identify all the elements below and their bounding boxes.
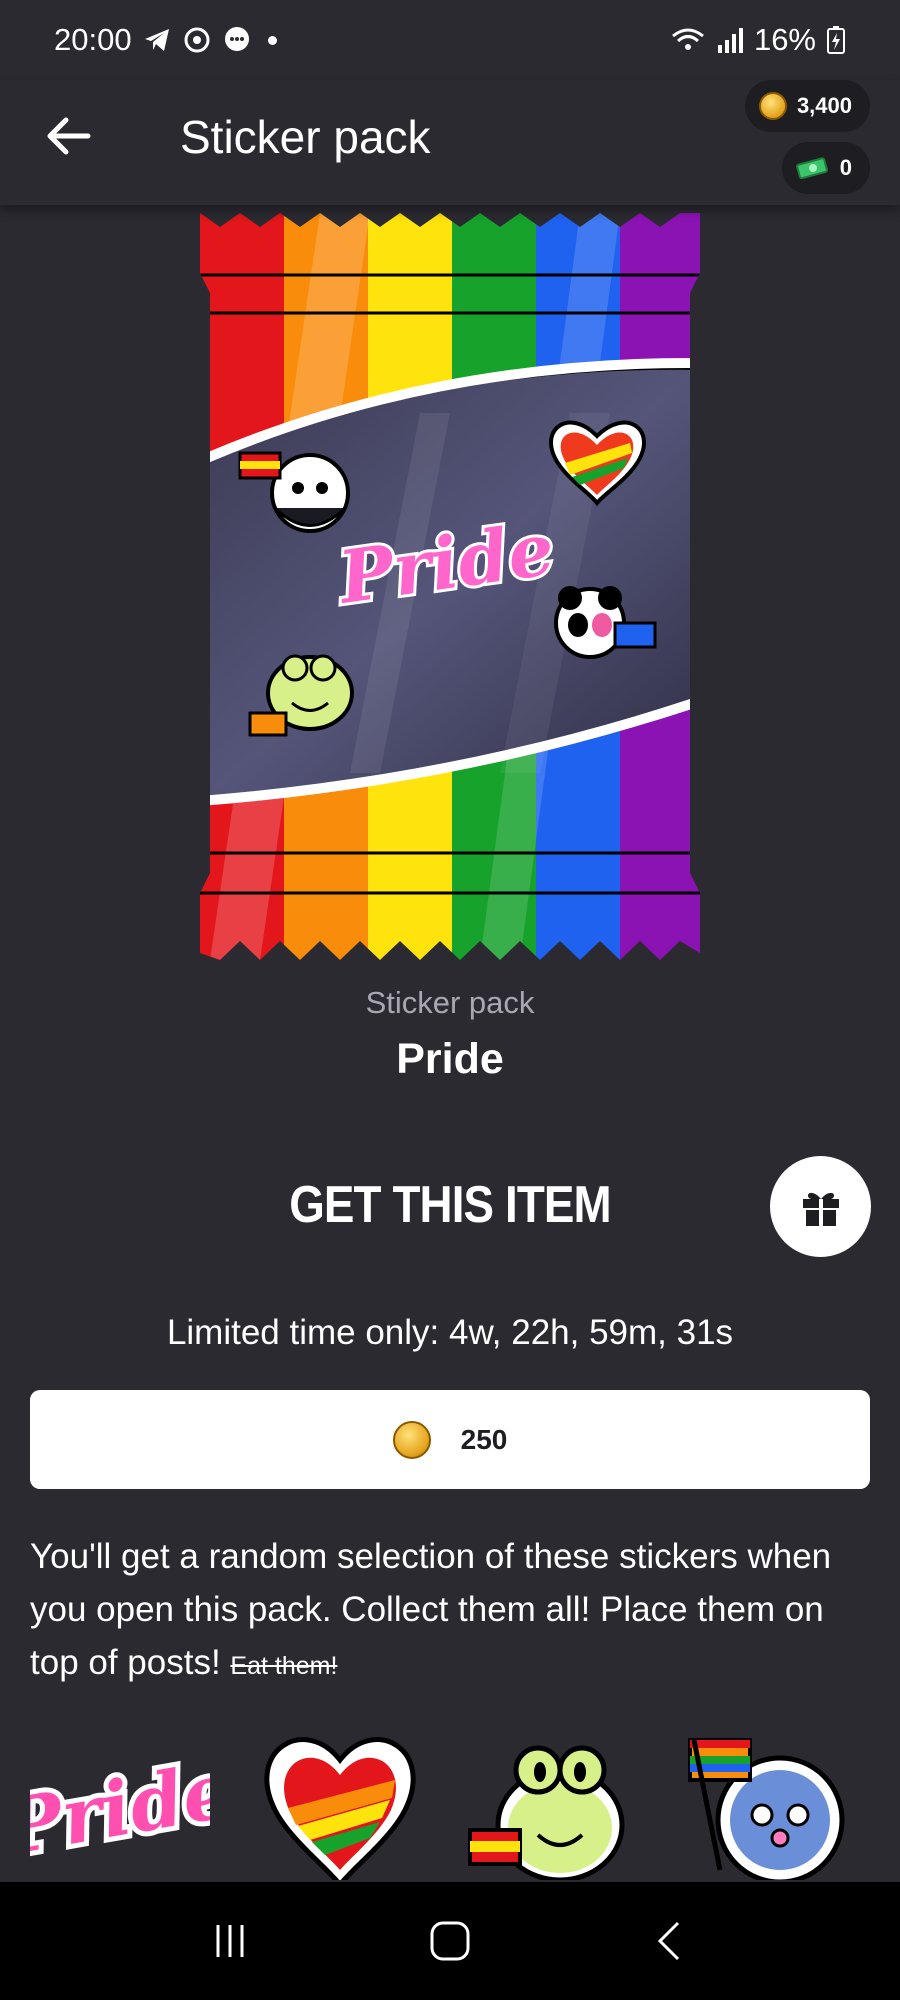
pack-description: You'll get a random selection of these s… [30,1530,875,1693]
wifi-icon [672,28,704,50]
status-left: 20:00 [54,22,277,58]
coin-icon [392,1420,431,1459]
system-nav-bar [0,1882,900,2000]
sticker-pack-image: Pride [200,213,700,960]
rainbow-heart-sticker[interactable] [250,1720,430,1880]
get-item-heading: GET THIS ITEM [289,1176,611,1234]
status-bar: 20:00 16% [0,0,900,80]
chat-icon [224,27,249,51]
recent-apps-icon [216,1925,244,1957]
pride-word-sticker[interactable]: Pride [30,1720,210,1880]
buy-button[interactable]: 250 [30,1390,870,1489]
item-type-label: Sticker pack [365,985,535,1020]
price-label: 250 [460,1423,508,1455]
description-text: You'll get a random selection of these s… [30,1537,832,1682]
bucks-balance[interactable]: 0 [781,142,870,194]
coin-balance[interactable]: 3,400 [744,80,870,132]
money-bill-icon [795,157,828,179]
sticker-pride-text: Pride [30,1745,210,1873]
back-arrow-icon[interactable] [40,106,100,166]
bucks-amount: 0 [839,155,852,180]
frog-flag-sticker[interactable] [460,1720,640,1880]
sticker-preview-row: Pride [0,1720,900,1880]
status-time: 20:00 [54,22,132,57]
page-title: Sticker pack [180,111,431,163]
back-chevron-icon [657,1921,680,1961]
status-right: 16% [670,22,846,58]
back-nav-button[interactable] [640,1911,700,1971]
notification-dot [267,35,277,45]
sync-icon [184,27,210,53]
gift-button[interactable] [770,1156,871,1257]
battery-icon [827,26,845,54]
signal-icon [717,28,743,53]
home-icon [430,1921,470,1961]
item-name: Pride [396,1035,504,1083]
coin-amount: 3,400 [796,93,852,118]
telegram-icon [144,29,169,51]
ghost-flag-sticker[interactable] [680,1720,860,1880]
recent-apps-button[interactable] [200,1911,260,1971]
home-button[interactable] [420,1911,480,1971]
gift-icon [802,1192,839,1226]
limited-time-timer: Limited time only: 4w, 22h, 59m, 31s [166,1313,734,1352]
coin-icon [758,92,787,120]
top-app-bar: Sticker pack 3,400 0 [0,80,900,205]
battery-percent: 16% [753,22,816,57]
sticker-pack-artwork: Pride [200,213,700,960]
description-strikethrough: Eat them! [230,1652,338,1680]
